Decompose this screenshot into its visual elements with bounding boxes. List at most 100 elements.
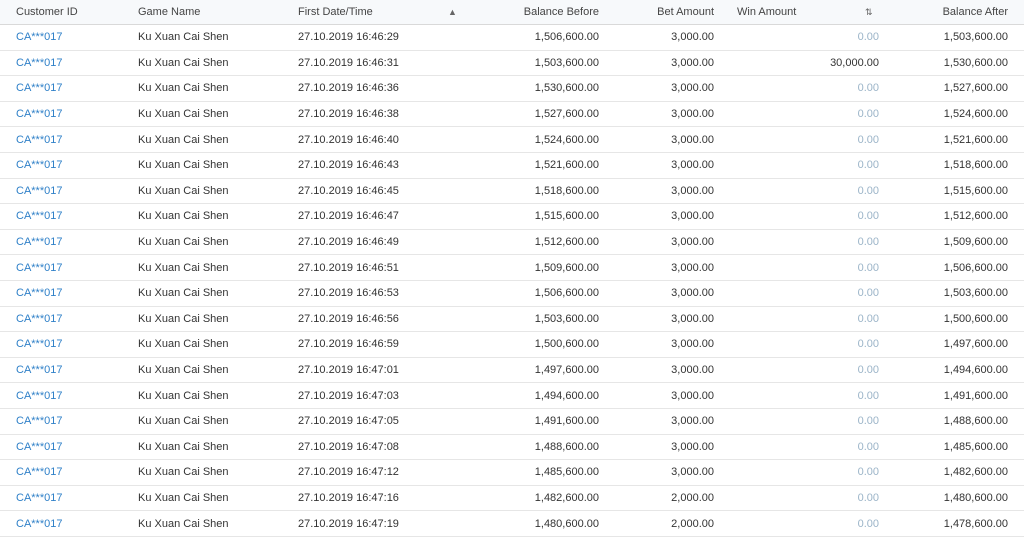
table-row[interactable]: CA***017 Ku Xuan Cai Shen 27.10.2019 16:46… — [0, 332, 1024, 358]
customer-id-link[interactable]: CA***017 — [16, 153, 62, 178]
bet-amount-cell: 3,000.00 — [671, 338, 714, 351]
customer-id-link[interactable]: CA***017 — [16, 76, 62, 101]
balance-before-cell: 1,515,600.00 — [534, 210, 599, 223]
table-row[interactable]: CA***017 Ku Xuan Cai Shen 27.10.2019 16:46… — [0, 307, 1024, 333]
customer-id-link[interactable]: CA***017 — [16, 204, 62, 229]
game-name-cell: Ku Xuan Cai Shen — [138, 287, 229, 300]
win-amount-cell: 0.00 — [857, 236, 879, 249]
table-row[interactable]: CA***017 Ku Xuan Cai Shen 27.10.2019 16:46… — [0, 281, 1024, 307]
customer-id-link[interactable]: CA***017 — [16, 460, 62, 485]
date-time-cell: 27.10.2019 16:47:03 — [298, 389, 399, 402]
date-time-cell: 27.10.2019 16:46:56 — [298, 312, 399, 325]
bet-amount-cell: 3,000.00 — [671, 312, 714, 325]
table-row[interactable]: CA***017 Ku Xuan Cai Shen 27.10.2019 16:47… — [0, 435, 1024, 461]
bet-amount-cell: 3,000.00 — [671, 364, 714, 377]
table-row[interactable]: CA***017 Ku Xuan Cai Shen 27.10.2019 16:47… — [0, 383, 1024, 409]
table-row[interactable]: CA***017 Ku Xuan Cai Shen 27.10.2019 16:47… — [0, 409, 1024, 435]
table-row[interactable]: CA***017 Ku Xuan Cai Shen 27.10.2019 16:46… — [0, 204, 1024, 230]
customer-id-link[interactable]: CA***017 — [16, 51, 62, 76]
header-game-name[interactable]: Game Name — [138, 0, 200, 24]
win-amount-cell: 0.00 — [857, 133, 879, 146]
sort-updown-icon[interactable]: ⇅ — [865, 0, 873, 24]
header-bet-amount[interactable]: Bet Amount — [657, 0, 714, 24]
customer-id-link[interactable]: CA***017 — [16, 332, 62, 357]
customer-id-link[interactable]: CA***017 — [16, 102, 62, 127]
game-name-cell: Ku Xuan Cai Shen — [138, 184, 229, 197]
bet-amount-cell: 2,000.00 — [671, 517, 714, 530]
balance-before-cell: 1,480,600.00 — [534, 517, 599, 530]
table-row[interactable]: CA***017 Ku Xuan Cai Shen 27.10.2019 16:46… — [0, 127, 1024, 153]
customer-id-link[interactable]: CA***017 — [16, 281, 62, 306]
bet-amount-cell: 3,000.00 — [671, 184, 714, 197]
date-time-cell: 27.10.2019 16:46:40 — [298, 133, 399, 146]
table-row[interactable]: CA***017 Ku Xuan Cai Shen 27.10.2019 16:46… — [0, 25, 1024, 51]
date-time-cell: 27.10.2019 16:46:59 — [298, 338, 399, 351]
header-win-amount[interactable]: Win Amount — [737, 0, 796, 24]
bet-amount-cell: 3,000.00 — [671, 389, 714, 402]
table-body: CA***017 Ku Xuan Cai Shen 27.10.2019 16:46… — [0, 25, 1024, 537]
balance-before-cell: 1,482,600.00 — [534, 491, 599, 504]
date-time-cell: 27.10.2019 16:46:45 — [298, 184, 399, 197]
game-name-cell: Ku Xuan Cai Shen — [138, 312, 229, 325]
date-time-cell: 27.10.2019 16:46:38 — [298, 108, 399, 121]
balance-before-cell: 1,503,600.00 — [534, 56, 599, 69]
header-balance-after[interactable]: Balance After — [943, 0, 1008, 24]
win-amount-cell: 0.00 — [857, 415, 879, 428]
balance-after-cell: 1,485,600.00 — [943, 440, 1008, 453]
date-time-cell: 27.10.2019 16:47:05 — [298, 415, 399, 428]
customer-id-link[interactable]: CA***017 — [16, 486, 62, 511]
table-row[interactable]: CA***017 Ku Xuan Cai Shen 27.10.2019 16:46… — [0, 179, 1024, 205]
win-amount-cell: 0.00 — [857, 184, 879, 197]
balance-before-cell: 1,509,600.00 — [534, 261, 599, 274]
customer-id-link[interactable]: CA***017 — [16, 435, 62, 460]
header-customer-id[interactable]: Customer ID — [16, 0, 78, 24]
table-row[interactable]: CA***017 Ku Xuan Cai Shen 27.10.2019 16:46… — [0, 230, 1024, 256]
win-amount-cell: 0.00 — [857, 312, 879, 325]
game-name-cell: Ku Xuan Cai Shen — [138, 440, 229, 453]
table-row[interactable]: CA***017 Ku Xuan Cai Shen 27.10.2019 16:46… — [0, 153, 1024, 179]
table-row[interactable]: CA***017 Ku Xuan Cai Shen 27.10.2019 16:47… — [0, 511, 1024, 537]
table-row[interactable]: CA***017 Ku Xuan Cai Shen 27.10.2019 16:47… — [0, 460, 1024, 486]
win-amount-cell: 0.00 — [857, 82, 879, 95]
win-amount-cell: 0.00 — [857, 440, 879, 453]
balance-before-cell: 1,491,600.00 — [534, 415, 599, 428]
chevron-up-icon[interactable]: ▲ — [448, 0, 457, 24]
win-amount-cell: 0.00 — [857, 210, 879, 223]
customer-id-link[interactable]: CA***017 — [16, 255, 62, 280]
customer-id-link[interactable]: CA***017 — [16, 25, 62, 50]
balance-before-cell: 1,494,600.00 — [534, 389, 599, 402]
balance-before-cell: 1,488,600.00 — [534, 440, 599, 453]
table-row[interactable]: CA***017 Ku Xuan Cai Shen 27.10.2019 16:46… — [0, 51, 1024, 77]
customer-id-link[interactable]: CA***017 — [16, 307, 62, 332]
table-header: Customer ID Game Name First Date/Time ▲ … — [0, 0, 1024, 25]
balance-after-cell: 1,530,600.00 — [943, 56, 1008, 69]
table-row[interactable]: CA***017 Ku Xuan Cai Shen 27.10.2019 16:46… — [0, 255, 1024, 281]
date-time-cell: 27.10.2019 16:47:01 — [298, 364, 399, 377]
customer-id-link[interactable]: CA***017 — [16, 511, 62, 536]
table-row[interactable]: CA***017 Ku Xuan Cai Shen 27.10.2019 16:46… — [0, 76, 1024, 102]
balance-after-cell: 1,518,600.00 — [943, 159, 1008, 172]
customer-id-link[interactable]: CA***017 — [16, 358, 62, 383]
balance-after-cell: 1,482,600.00 — [943, 466, 1008, 479]
balance-before-cell: 1,512,600.00 — [534, 236, 599, 249]
date-time-cell: 27.10.2019 16:47:16 — [298, 491, 399, 504]
date-time-cell: 27.10.2019 16:46:29 — [298, 31, 399, 44]
table-row[interactable]: CA***017 Ku Xuan Cai Shen 27.10.2019 16:47… — [0, 358, 1024, 384]
balance-after-cell: 1,488,600.00 — [943, 415, 1008, 428]
customer-id-link[interactable]: CA***017 — [16, 383, 62, 408]
game-name-cell: Ku Xuan Cai Shen — [138, 491, 229, 504]
customer-id-link[interactable]: CA***017 — [16, 127, 62, 152]
header-first-date[interactable]: First Date/Time — [298, 0, 373, 24]
customer-id-link[interactable]: CA***017 — [16, 179, 62, 204]
table-row[interactable]: CA***017 Ku Xuan Cai Shen 27.10.2019 16:46… — [0, 102, 1024, 128]
header-balance-before[interactable]: Balance Before — [524, 0, 599, 24]
table-row[interactable]: CA***017 Ku Xuan Cai Shen 27.10.2019 16:47… — [0, 486, 1024, 512]
balance-after-cell: 1,480,600.00 — [943, 491, 1008, 504]
customer-id-link[interactable]: CA***017 — [16, 230, 62, 255]
balance-before-cell: 1,524,600.00 — [534, 133, 599, 146]
balance-after-cell: 1,506,600.00 — [943, 261, 1008, 274]
balance-after-cell: 1,509,600.00 — [943, 236, 1008, 249]
customer-id-link[interactable]: CA***017 — [16, 409, 62, 434]
balance-after-cell: 1,527,600.00 — [943, 82, 1008, 95]
game-name-cell: Ku Xuan Cai Shen — [138, 415, 229, 428]
